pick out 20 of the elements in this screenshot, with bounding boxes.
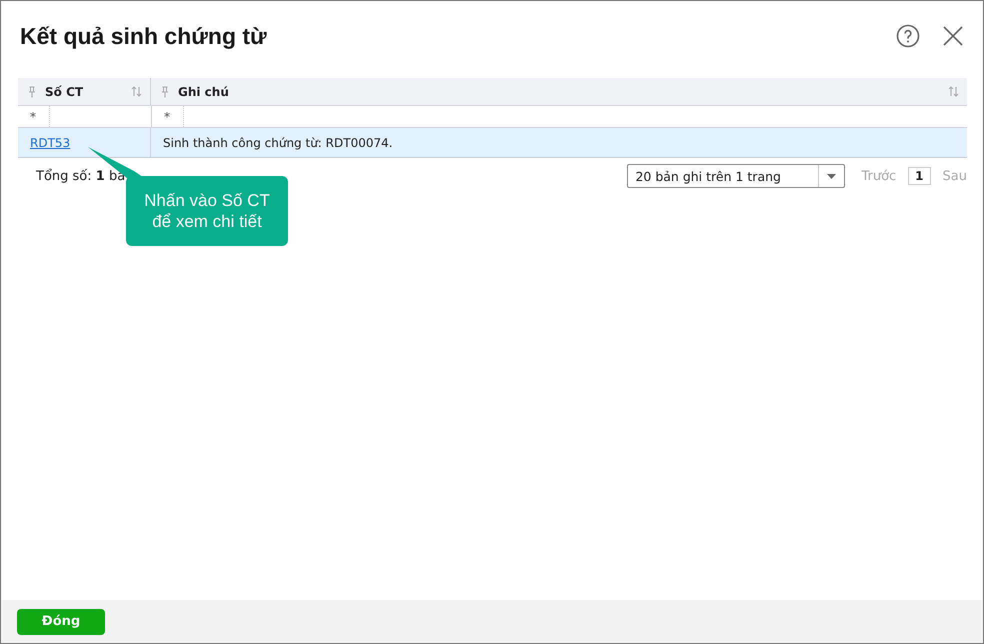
tooltip-text: để xem chi tiết (152, 211, 262, 232)
page-number[interactable]: 1 (908, 167, 931, 185)
sort-icon[interactable] (131, 86, 142, 97)
page-size-select[interactable]: 20 bản ghi trên 1 trang (627, 164, 846, 188)
close-icon[interactable] (942, 25, 964, 47)
sort-icon[interactable] (948, 86, 959, 97)
help-icon[interactable] (896, 24, 920, 48)
filter-operator[interactable]: * (18, 106, 50, 127)
filter-operator[interactable]: * (152, 106, 184, 127)
total-count: Tổng số: 1 ba (36, 168, 126, 184)
table-row[interactable]: RDT53 Sinh thành công chứng từ: RDT00074. (18, 128, 967, 158)
document-link[interactable]: RDT53 (30, 136, 70, 150)
column-header[interactable]: Số CT (18, 78, 151, 105)
caret-icon (827, 174, 836, 178)
column-header[interactable]: Ghi chú (151, 78, 967, 105)
table-cell: Sinh thành công chứng từ: RDT00074. (163, 136, 393, 150)
tooltip-text: Nhấn vào Số CT (144, 190, 270, 211)
pin-icon[interactable] (28, 86, 36, 98)
window-title: Kết quả sinh chứng từ (20, 22, 267, 50)
pin-icon[interactable] (161, 86, 169, 98)
